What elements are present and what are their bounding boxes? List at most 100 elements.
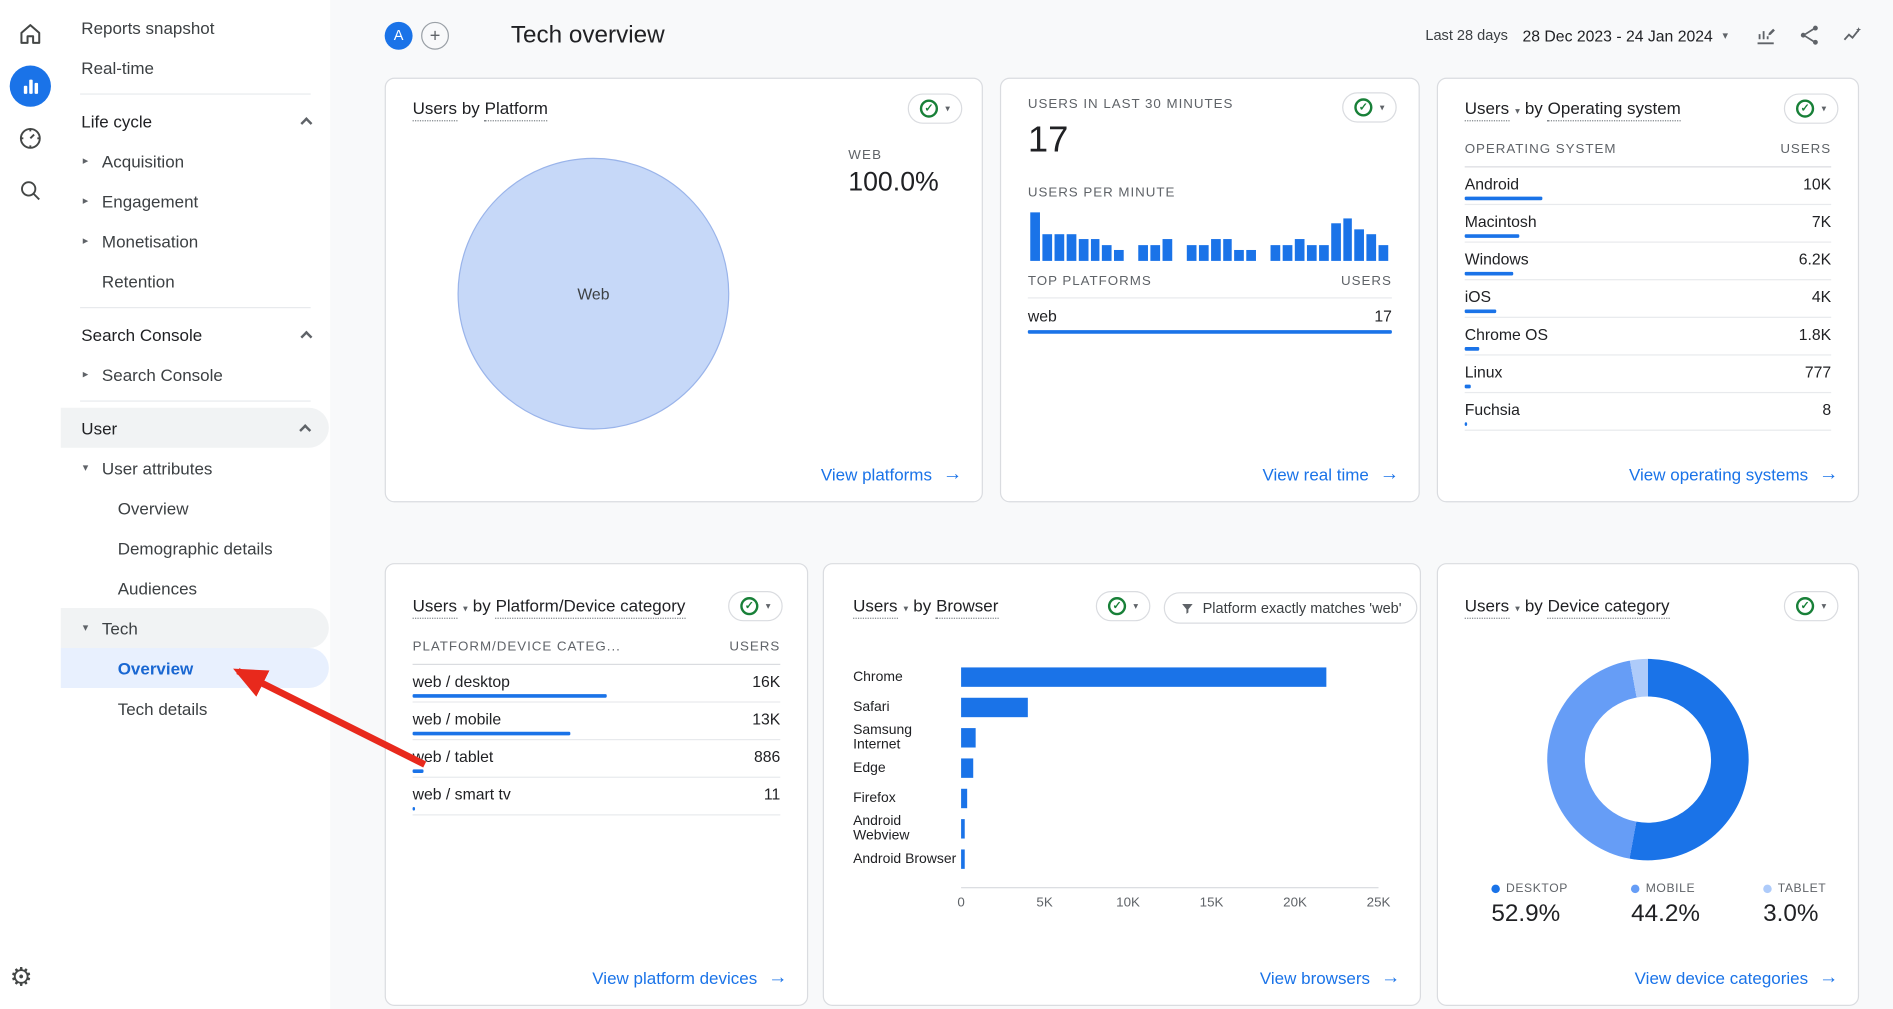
add-comparison-button[interactable]: + <box>421 21 449 49</box>
expand-arrow-icon[interactable]: ▸ <box>78 154 94 167</box>
expand-arrow-icon[interactable]: ▸ <box>78 234 94 247</box>
browser-bar-chart[interactable]: ChromeSafariSamsung InternetEdgeFirefoxA… <box>853 661 1376 873</box>
row-bar <box>1465 234 1520 238</box>
card-title: Users▾ by Browser <box>853 596 998 619</box>
dimension-device-category-link[interactable]: Device category <box>1548 596 1670 619</box>
sidebar-item-audiences[interactable]: Audiences <box>61 568 330 608</box>
top-platforms-col-label: TOP PLATFORMS <box>1028 274 1152 289</box>
title-by: by <box>473 596 491 615</box>
advertising-icon[interactable] <box>10 170 51 211</box>
minute-bar <box>1331 223 1341 261</box>
sidebar-section-label: Search Console <box>81 325 202 344</box>
view-platforms-link[interactable]: View platforms → <box>821 464 962 486</box>
insights-icon[interactable] <box>1840 22 1867 49</box>
explore-icon[interactable] <box>10 118 51 159</box>
view-operating-systems-link[interactable]: View operating systems → <box>1629 464 1838 486</box>
date-range-picker[interactable]: 28 Dec 2023 - 24 Jan 2024 ▾ <box>1522 26 1728 44</box>
bar-track <box>961 727 1376 746</box>
platform-device-table: PLATFORM/DEVICE CATEG... USERS web / des… <box>413 640 781 816</box>
comparison-avatar[interactable]: A <box>385 21 413 49</box>
row-bar <box>413 769 424 773</box>
data-quality-button[interactable]: ✓ ▾ <box>908 93 963 123</box>
minute-bar <box>1367 234 1377 261</box>
legend-item: TABLET3.0% <box>1763 882 1826 928</box>
chevron-down-icon: ▾ <box>1821 103 1826 114</box>
row-value: 13K <box>752 710 780 728</box>
reports-icon[interactable] <box>10 66 51 107</box>
col-users: USERS <box>1780 142 1831 157</box>
sidebar-item-user-section[interactable]: User <box>61 408 329 448</box>
expand-arrow-icon[interactable]: ▸ <box>78 368 94 381</box>
table-row: web / desktop16K <box>413 665 781 703</box>
chevron-up-icon[interactable] <box>300 117 312 129</box>
sidebar-item-search-console[interactable]: ▸ Search Console <box>61 354 330 394</box>
sidebar-item-label: Search Console <box>102 365 223 384</box>
metric-users-link[interactable]: Users <box>413 596 457 619</box>
dimension-browser-link[interactable]: Browser <box>936 596 998 619</box>
data-quality-button[interactable]: ✓ ▾ <box>728 591 783 621</box>
row-label: web / mobile <box>413 710 502 728</box>
row-label: web / tablet <box>413 748 494 766</box>
sidebar-item-tech-details[interactable]: Tech details <box>61 688 330 728</box>
table-row: web / smart tv11 <box>413 778 781 816</box>
share-icon[interactable] <box>1796 22 1823 49</box>
realtime-user-count: 17 <box>1028 120 1069 161</box>
metric-users-link[interactable]: Users <box>413 98 457 121</box>
browser-bar-row: Edge <box>853 752 1376 782</box>
device-donut-chart[interactable] <box>1547 659 1748 860</box>
admin-gear-icon[interactable]: ⚙ <box>10 962 33 992</box>
view-browsers-link[interactable]: View browsers → <box>1260 967 1401 989</box>
users-per-minute-chart[interactable] <box>1030 208 1388 261</box>
axis-tick-label: 10K <box>1116 896 1140 911</box>
data-quality-button[interactable]: ✓ ▾ <box>1784 591 1839 621</box>
expand-arrow-icon[interactable]: ▸ <box>78 194 94 207</box>
data-quality-button[interactable]: ✓ ▾ <box>1784 93 1839 123</box>
dimension-platform-link[interactable]: Platform <box>485 98 548 121</box>
sidebar-item-search-console-section[interactable]: Search Console <box>61 314 330 354</box>
metric-users-link[interactable]: Users <box>1465 596 1509 619</box>
browser-label: Android Browser <box>853 851 961 866</box>
table-row: Macintosh7K <box>1465 205 1831 243</box>
row-label: Windows <box>1465 250 1529 268</box>
row-value: 7K <box>1812 212 1831 230</box>
sidebar-item-retention[interactable]: Retention <box>61 261 330 301</box>
view-real-time-link[interactable]: View real time → <box>1262 464 1399 486</box>
sidebar-item-real-time[interactable]: Real-time <box>61 47 330 87</box>
sidebar-item-demographic-details[interactable]: Demographic details <box>61 528 330 568</box>
bar-track <box>961 788 1376 807</box>
sidebar-item-monetisation[interactable]: ▸Monetisation <box>61 221 330 261</box>
sidebar-item-user-attributes-overview[interactable]: Overview <box>61 488 330 528</box>
home-icon[interactable] <box>10 13 51 54</box>
customise-report-icon[interactable] <box>1752 22 1779 49</box>
metric-users-link[interactable]: Users <box>1465 98 1509 121</box>
sidebar-item-engagement[interactable]: ▸Engagement <box>61 181 330 221</box>
dimension-os-link[interactable]: Operating system <box>1548 98 1681 121</box>
collapse-arrow-icon[interactable]: ▾ <box>78 461 94 474</box>
collapse-arrow-icon[interactable]: ▾ <box>78 621 94 634</box>
dimension-platform-device-link[interactable]: Platform/Device category <box>496 596 686 619</box>
sidebar-item-tech-overview[interactable]: Overview <box>61 648 329 688</box>
chevron-down-icon: ▾ <box>904 603 909 614</box>
row-value: 8 <box>1822 400 1831 418</box>
sidebar-item-tech[interactable]: ▾Tech <box>61 608 329 648</box>
table-row: Chrome OS1.8K <box>1465 318 1831 356</box>
metric-users-link[interactable]: Users <box>853 596 897 619</box>
minute-bar <box>1211 239 1221 261</box>
sidebar-item-user-attributes[interactable]: ▾User attributes <box>61 448 330 488</box>
card-title: Users▾ by Operating system <box>1465 98 1681 121</box>
table-row: Android10K <box>1465 167 1831 205</box>
chevron-up-icon[interactable] <box>299 424 311 436</box>
link-label: View browsers <box>1260 968 1370 987</box>
link-label: View operating systems <box>1629 465 1808 484</box>
data-quality-button[interactable]: ✓ ▾ <box>1342 92 1397 122</box>
view-device-categories-link[interactable]: View device categories → <box>1635 967 1839 989</box>
top-platform-name: web <box>1028 307 1057 325</box>
sidebar-item-life-cycle[interactable]: Life cycle <box>61 101 330 141</box>
platform-pie-chart[interactable]: Web <box>457 158 729 430</box>
view-platform-devices-link[interactable]: View platform devices → <box>592 967 787 989</box>
sidebar-item-reports-snapshot[interactable]: Reports snapshot <box>61 7 330 47</box>
sidebar-item-acquisition[interactable]: ▸Acquisition <box>61 141 330 181</box>
chevron-up-icon[interactable] <box>300 330 312 342</box>
filter-chip[interactable]: Platform exactly matches 'web' <box>1164 592 1418 624</box>
data-quality-button[interactable]: ✓ ▾ <box>1096 591 1151 621</box>
